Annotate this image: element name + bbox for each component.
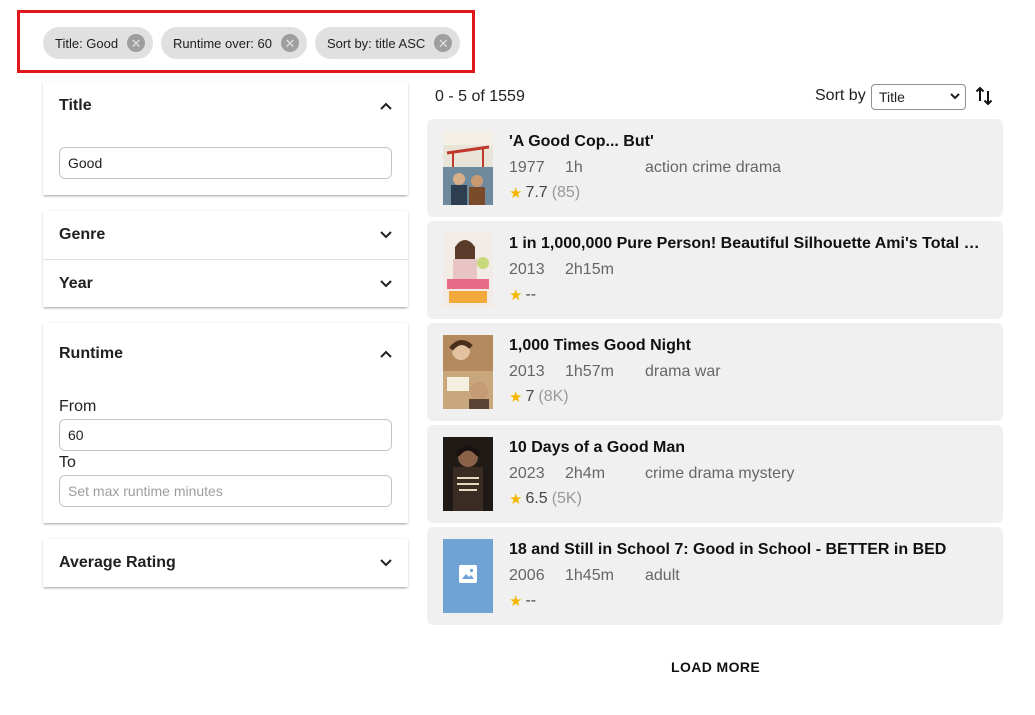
title-panel-header[interactable]: Title	[43, 82, 408, 130]
movie-poster	[443, 233, 493, 307]
year-panel-header[interactable]: Year	[43, 260, 408, 307]
rating-value: 6.5	[525, 490, 548, 507]
sort-selected-value: Title	[879, 89, 905, 105]
chevron-down-icon	[380, 278, 392, 290]
star-icon: ★	[509, 287, 523, 304]
remove-chip-icon[interactable]: ✕	[127, 34, 146, 52]
title-filter-panel: Title Good	[43, 82, 408, 195]
runtime-filter-panel: Runtime From 60 To Set max runtime minut…	[43, 323, 408, 523]
star-icon: ★	[509, 593, 523, 610]
chip-label: Runtime over: 60	[173, 35, 272, 51]
movie-genres: crime drama mystery	[645, 465, 795, 482]
movie-card[interactable]: 18 and Still in School 7: Good in School…	[427, 527, 1003, 625]
runtime-to-label: To	[59, 454, 76, 471]
movie-runtime: 1h	[565, 159, 583, 176]
movie-runtime: 1h57m	[565, 363, 614, 380]
chip-runtime-filter[interactable]: Runtime over: 60 ✕	[161, 27, 307, 59]
movie-poster	[443, 131, 493, 205]
chevron-down-icon	[380, 557, 392, 569]
movie-title[interactable]: 1,000 Times Good Night	[509, 337, 987, 355]
image-placeholder-icon	[459, 564, 477, 588]
chip-label: Sort by: title ASC	[327, 35, 426, 51]
panel-title: Runtime	[59, 345, 123, 362]
movie-title[interactable]: 18 and Still in School 7: Good in School…	[509, 541, 987, 559]
movie-rating: ★ 6.5 (5K)	[509, 490, 582, 508]
rating-value: 7	[525, 388, 535, 405]
movie-rating: ★ 7 (8K)	[509, 388, 569, 406]
movie-title[interactable]: 10 Days of a Good Man	[509, 439, 987, 457]
panel-title: Year	[59, 274, 93, 292]
panel-title: Genre	[59, 226, 106, 243]
load-more-button[interactable]: LOAD MORE	[671, 659, 760, 675]
chevron-up-icon	[380, 348, 392, 360]
panel-title: Average Rating	[59, 554, 176, 571]
movie-rating: ★ --	[509, 286, 536, 304]
placeholder-poster	[443, 539, 493, 613]
movie-rating: ★ 7.7 (85)	[509, 184, 580, 202]
star-icon: ★	[509, 491, 523, 508]
sort-label: Sort by	[815, 87, 866, 104]
sort-select[interactable]: Title	[871, 84, 966, 110]
genre-panel-header[interactable]: Genre	[43, 211, 408, 259]
movie-year: 2006	[509, 567, 545, 584]
movie-card[interactable]: 10 Days of a Good Man 2023 2h4m crime dr…	[427, 425, 1003, 523]
rating-value: --	[525, 592, 537, 609]
results-count: 0 - 5 of 1559	[435, 88, 525, 105]
chevron-up-icon	[380, 100, 392, 112]
runtime-from-input[interactable]: 60	[59, 419, 392, 451]
chevron-down-icon	[380, 229, 392, 241]
movie-poster	[443, 437, 493, 511]
movie-year: 2013	[509, 363, 545, 380]
movie-year: 2013	[509, 261, 545, 278]
rating-value: 7.7	[525, 184, 548, 201]
chip-sort-filter[interactable]: Sort by: title ASC ✕	[315, 27, 461, 59]
remove-chip-icon[interactable]: ✕	[281, 34, 299, 52]
movie-poster	[443, 335, 493, 409]
movie-card[interactable]: 'A Good Cop... But' 1977 1h action crime…	[427, 119, 1003, 217]
runtime-panel-header[interactable]: Runtime	[43, 330, 408, 378]
movie-title[interactable]: 'A Good Cop... But'	[509, 133, 987, 151]
panel-title: Title	[59, 97, 92, 114]
movie-year: 1977	[509, 159, 545, 176]
chip-title-filter[interactable]: Title: Good ✕	[43, 27, 154, 59]
rating-votes: (8K)	[538, 388, 569, 405]
chip-label: Title: Good	[55, 35, 119, 51]
movie-runtime: 2h15m	[565, 261, 614, 278]
star-icon: ★	[509, 389, 523, 406]
movie-genres: adult	[645, 567, 680, 584]
sort-direction-icon[interactable]	[975, 86, 993, 106]
rating-votes: (5K)	[551, 490, 582, 507]
movie-runtime: 2h4m	[565, 465, 606, 482]
remove-chip-icon[interactable]: ✕	[434, 34, 453, 52]
genre-year-panels: Genre Year	[43, 211, 408, 307]
runtime-from-label: From	[59, 398, 97, 415]
movie-title[interactable]: 1 in 1,000,000 Pure Person! Beautiful Si…	[509, 235, 987, 253]
title-search-input[interactable]: Good	[59, 147, 392, 179]
movie-card[interactable]: 1,000 Times Good Night 2013 1h57m drama …	[427, 323, 1003, 421]
runtime-to-input[interactable]: Set max runtime minutes	[59, 475, 392, 507]
movie-rating: ★ --	[509, 592, 536, 610]
rating-filter-panel: Average Rating	[43, 539, 408, 587]
rating-panel-header[interactable]: Average Rating	[43, 539, 408, 587]
rating-value: --	[525, 286, 537, 303]
movie-runtime: 1h45m	[565, 567, 614, 584]
movie-card[interactable]: 1 in 1,000,000 Pure Person! Beautiful Si…	[427, 221, 1003, 319]
star-icon: ★	[509, 185, 523, 202]
movie-genres: action crime drama	[645, 159, 782, 176]
movie-year: 2023	[509, 465, 545, 482]
rating-votes: (85)	[551, 184, 581, 201]
movie-genres: drama war	[645, 363, 721, 380]
chevron-down-icon	[950, 91, 960, 103]
